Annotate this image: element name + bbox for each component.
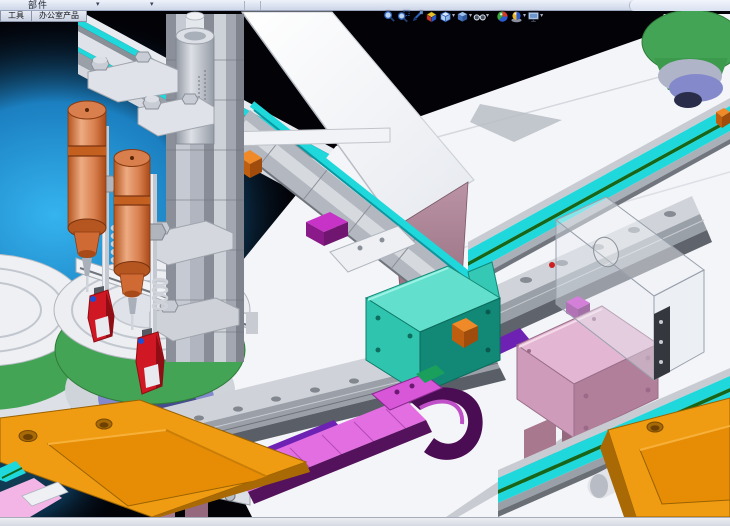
tab-tools[interactable]: 工具	[0, 11, 32, 22]
cad-application-window: 部件 ▾ ▾ 工具 办公室产品 ▾ ▾ ▾ ▾ ▾	[0, 0, 730, 526]
hide-show-items-icon	[473, 10, 486, 23]
command-tabs: 工具 办公室产品	[0, 11, 87, 22]
apply-scene-icon-button[interactable]: ▾	[510, 10, 526, 23]
zoom-to-area-icon-button[interactable]	[397, 10, 410, 23]
apply-scene-icon	[510, 10, 523, 23]
hide-show-items-icon-button[interactable]: ▾	[473, 10, 489, 23]
view-settings-icon	[527, 10, 540, 23]
tab-label: 办公室产品	[39, 11, 79, 20]
tab-office-products[interactable]: 办公室产品	[32, 11, 87, 22]
toolbar-separator	[244, 1, 245, 10]
zoom-to-fit-icon	[383, 10, 396, 23]
component-label: 部件	[28, 0, 48, 11]
previous-view-icon	[411, 10, 424, 23]
zoom-to-area-icon	[397, 10, 410, 23]
dropdown-caret-icon[interactable]: ▾	[150, 0, 154, 10]
main-toolbar: 部件 ▾ ▾	[0, 0, 730, 11]
toolbar-right-panel[interactable]	[629, 0, 730, 11]
view-orientation-icon	[439, 10, 452, 23]
section-view-icon	[425, 10, 438, 23]
toolbar-separator	[260, 1, 261, 10]
display-style-icon	[456, 10, 469, 23]
previous-view-icon-button[interactable]	[411, 10, 424, 23]
dropdown-caret-icon[interactable]: ▾	[486, 10, 489, 23]
viewport-canvas[interactable]	[0, 0, 730, 526]
view-orientation-icon-button[interactable]: ▾	[439, 10, 455, 23]
tab-label: 工具	[8, 11, 24, 20]
status-bar	[0, 517, 730, 526]
dropdown-caret-icon[interactable]: ▾	[540, 10, 543, 23]
red-marker	[549, 262, 555, 268]
dropdown-caret-icon[interactable]: ▾	[523, 10, 526, 23]
view-settings-icon-button[interactable]: ▾	[527, 10, 543, 23]
enclosure-bracket	[654, 306, 670, 380]
section-view-icon-button[interactable]	[425, 10, 438, 23]
heads-up-toolbar: ▾ ▾ ▾ ▾ ▾	[383, 10, 543, 23]
dropdown-caret-icon[interactable]: ▾	[469, 10, 472, 23]
edit-appearance-icon	[496, 10, 509, 23]
edit-appearance-icon-button[interactable]	[496, 10, 509, 23]
zoom-to-fit-icon-button[interactable]	[383, 10, 396, 23]
display-style-icon-button[interactable]: ▾	[456, 10, 472, 23]
dropdown-caret-icon[interactable]: ▾	[452, 10, 455, 23]
dropdown-caret-icon[interactable]: ▾	[96, 0, 100, 10]
